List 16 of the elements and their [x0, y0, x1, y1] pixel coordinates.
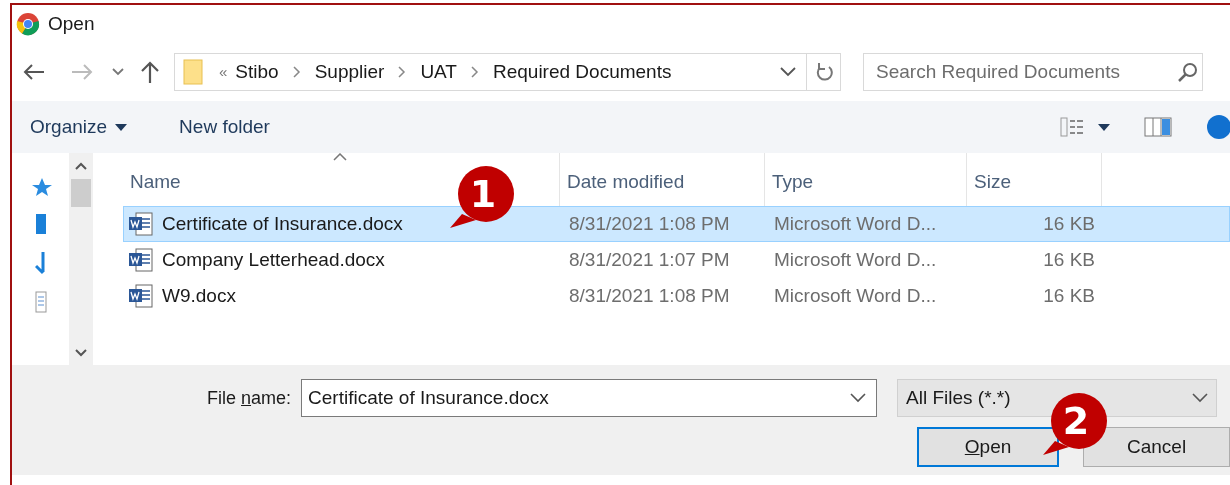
table-cell-text: Microsoft Word D...	[773, 247, 938, 272]
table-cell-text: Microsoft Word D...	[773, 211, 938, 236]
table-cell-text: 8/31/2021 1:08 PM	[568, 283, 731, 308]
table-cell-text: 16 KB	[1042, 283, 1096, 308]
file-name: Certificate of Insurance.docx	[162, 211, 403, 236]
file-name: Company Letterhead.docx	[162, 247, 385, 272]
table-cell-text: Microsoft Word D...	[773, 283, 938, 308]
table-cell-text: 8/31/2021 1:08 PM	[568, 211, 731, 236]
callout-tooltip: 2	[1041, 391, 1107, 457]
table-cell-text: 8/31/2021 1:07 PM	[568, 247, 731, 272]
table-cell-text: 16 KB	[1042, 247, 1096, 272]
window-title: Open	[48, 11, 95, 36]
callout-tooltip: 1	[448, 164, 514, 230]
table-cell-text: 16 KB	[1042, 211, 1096, 236]
field-label: File name:	[207, 386, 292, 410]
file-name: W9.docx	[162, 283, 236, 308]
